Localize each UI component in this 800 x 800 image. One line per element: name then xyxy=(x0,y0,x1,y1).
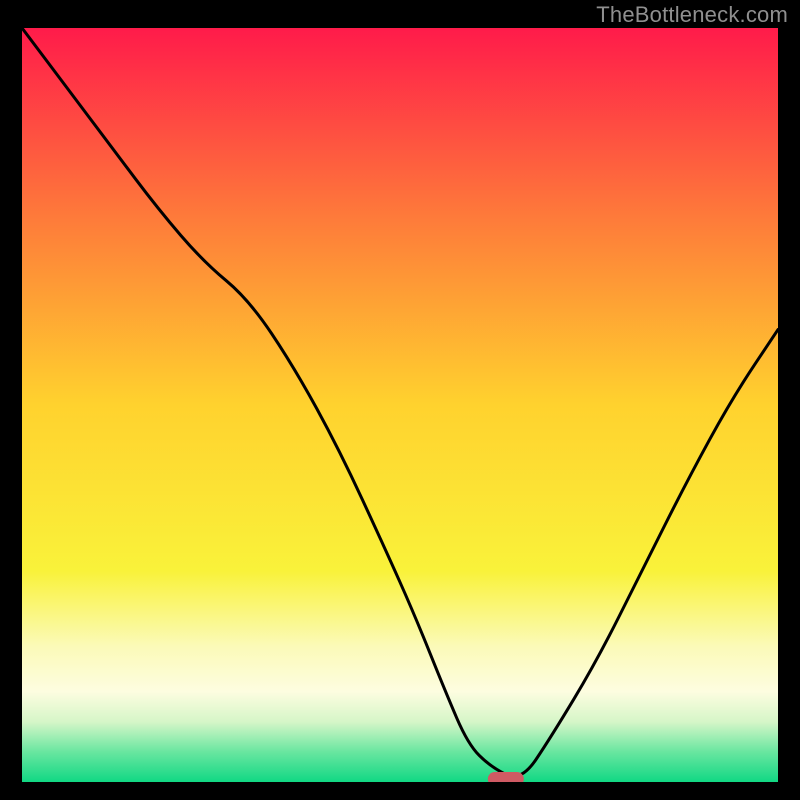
optimal-marker xyxy=(488,772,524,782)
plot-area xyxy=(22,28,778,782)
chart-frame: TheBottleneck.com xyxy=(0,0,800,800)
chart-svg xyxy=(22,28,778,782)
watermark-text: TheBottleneck.com xyxy=(596,2,788,28)
gradient-rect xyxy=(22,28,778,782)
